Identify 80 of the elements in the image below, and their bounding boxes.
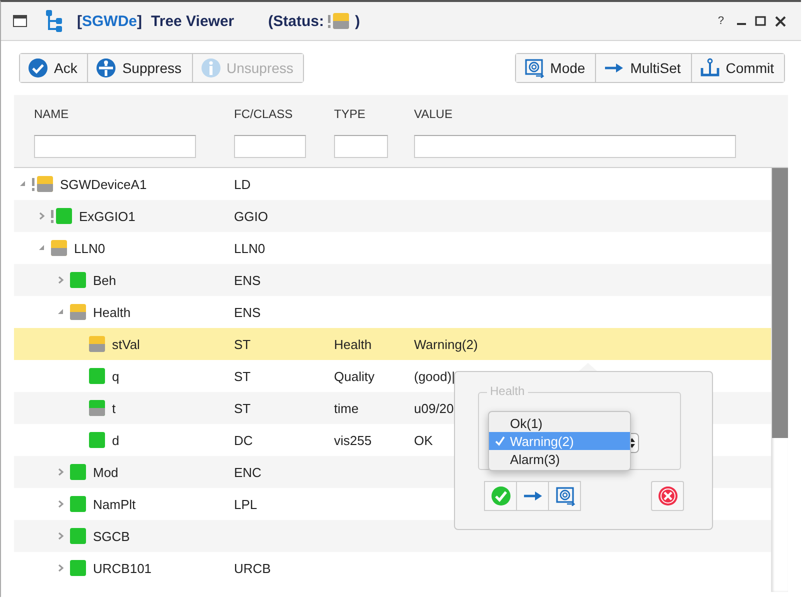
expand-icon[interactable] — [58, 276, 64, 284]
minimize-icon — [737, 23, 746, 25]
check-circle-icon — [28, 58, 48, 78]
scrollbar[interactable] — [771, 168, 788, 592]
table-cell: ENC — [234, 464, 262, 480]
table-cell: DC — [234, 432, 253, 448]
node-name: SGWDeviceA1 — [60, 176, 147, 192]
table-cell: ENS — [234, 304, 261, 320]
table-cell: ENS — [234, 272, 261, 288]
filter-field[interactable] — [234, 135, 306, 158]
collapse-icon[interactable] — [58, 309, 64, 315]
table-cell: Health — [334, 336, 372, 352]
table-cell: OK — [414, 432, 433, 448]
collapse-icon[interactable] — [20, 181, 26, 187]
filter-field[interactable] — [334, 135, 388, 158]
node-name: q — [112, 368, 120, 384]
anchor-icon — [700, 58, 720, 78]
table-cell: LLN0 — [234, 240, 266, 256]
expand-icon[interactable] — [58, 468, 64, 476]
node-name: Health — [93, 304, 131, 320]
status-label: (Status: — [268, 12, 324, 30]
set-button[interactable] — [516, 481, 549, 511]
column-header: VALUE — [414, 107, 454, 121]
table-cell: (good)| — [414, 368, 455, 384]
node-name: NamPlt — [93, 496, 136, 512]
expand-icon[interactable] — [58, 532, 64, 540]
expand-icon[interactable] — [58, 500, 64, 508]
table-cell: ST — [234, 336, 251, 352]
maximize-button[interactable] — [752, 13, 769, 29]
expand-icon[interactable] — [58, 564, 64, 572]
window-title: Tree Viewer — [151, 12, 234, 30]
info-icon — [200, 58, 220, 78]
table-cell: time — [334, 400, 359, 416]
column-header: FC/CLASS — [234, 107, 294, 121]
spiral-square-icon — [554, 486, 574, 506]
table-cell: Quality — [334, 368, 374, 384]
close-icon — [775, 16, 786, 26]
node-name: SGCB — [93, 528, 130, 544]
fieldset-legend: Health — [487, 384, 528, 398]
table-cell: u09/20 — [414, 400, 454, 416]
filter-field[interactable] — [414, 135, 736, 158]
help-button[interactable]: ? — [714, 13, 727, 29]
spiral-square-icon — [524, 58, 544, 78]
cancel-icon — [658, 486, 678, 506]
column-header: TYPE — [334, 107, 366, 121]
node-name: Beh — [93, 272, 116, 288]
node-name: ExGGIO1 — [79, 208, 136, 224]
menu-option[interactable]: Ok(1) — [489, 414, 630, 432]
scroll-thumb[interactable] — [772, 168, 788, 438]
collapse-icon[interactable] — [39, 245, 45, 251]
node-name: URCB101 — [93, 560, 152, 576]
menu-option[interactable]: Alarm(3) — [489, 450, 630, 468]
selected-row[interactable]: stVal ST Health Warning(2) — [14, 328, 771, 360]
node-name: LLN0 — [74, 240, 106, 256]
maximize-icon — [755, 16, 766, 26]
apply-button[interactable] — [484, 481, 517, 511]
window-tag: [SGWDe] — [77, 12, 142, 30]
expand-icon[interactable] — [39, 212, 45, 220]
node-name: d — [112, 432, 120, 448]
cancel-button[interactable] — [651, 481, 684, 511]
filter-field[interactable] — [34, 135, 196, 158]
table-cell: ST — [234, 400, 251, 416]
check-icon — [494, 436, 504, 446]
table-cell: LD — [234, 176, 251, 192]
window-icon — [13, 15, 27, 27]
check-circle-icon — [490, 486, 510, 506]
table-cell: GGIO — [234, 208, 268, 224]
node-name: t — [112, 400, 116, 416]
status-label: ) — [354, 12, 360, 30]
node-name: stVal — [112, 336, 140, 352]
column-header: NAME — [34, 107, 70, 121]
node-name: Mod — [93, 464, 118, 480]
table-cell: Warning(2) — [414, 336, 478, 352]
table-cell: ST — [234, 368, 251, 384]
table-cell: URCB — [234, 560, 271, 576]
table-cell: vis255 — [334, 432, 372, 448]
commit-button[interactable]: Commit — [690, 54, 784, 82]
table-cell: LPL — [234, 496, 258, 512]
mode-button[interactable] — [548, 481, 581, 511]
crossed-circle-icon — [96, 58, 116, 78]
